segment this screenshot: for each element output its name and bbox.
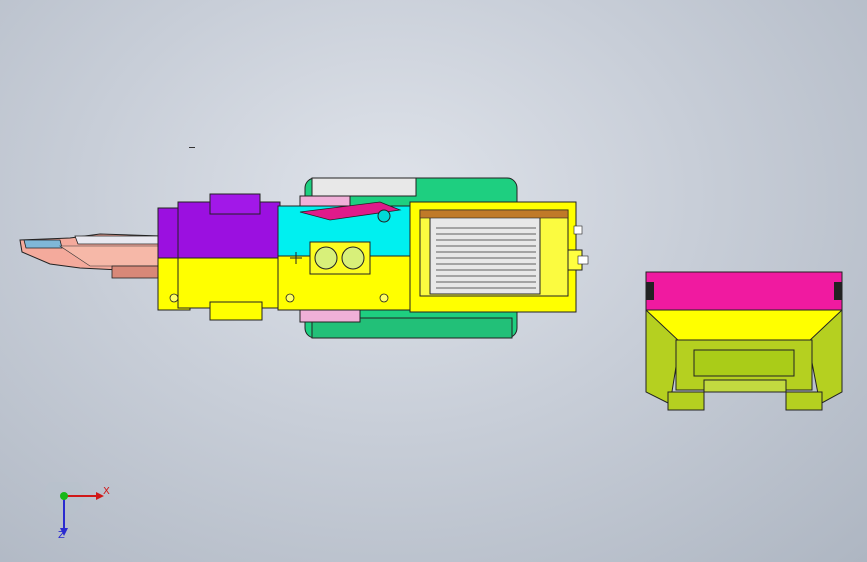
gripper-jaw[interactable] xyxy=(19,233,161,279)
axis-x-label: X xyxy=(103,486,110,497)
side-module[interactable] xyxy=(645,271,843,411)
arm-shaft[interactable] xyxy=(277,201,429,311)
scene-marker xyxy=(189,147,195,148)
arm-motor-housing[interactable] xyxy=(157,193,281,321)
model-scene[interactable] xyxy=(0,0,867,562)
axis-z-label: Z xyxy=(58,530,65,541)
cad-viewport[interactable]: X Z xyxy=(0,0,867,562)
cable-box[interactable] xyxy=(409,201,589,313)
